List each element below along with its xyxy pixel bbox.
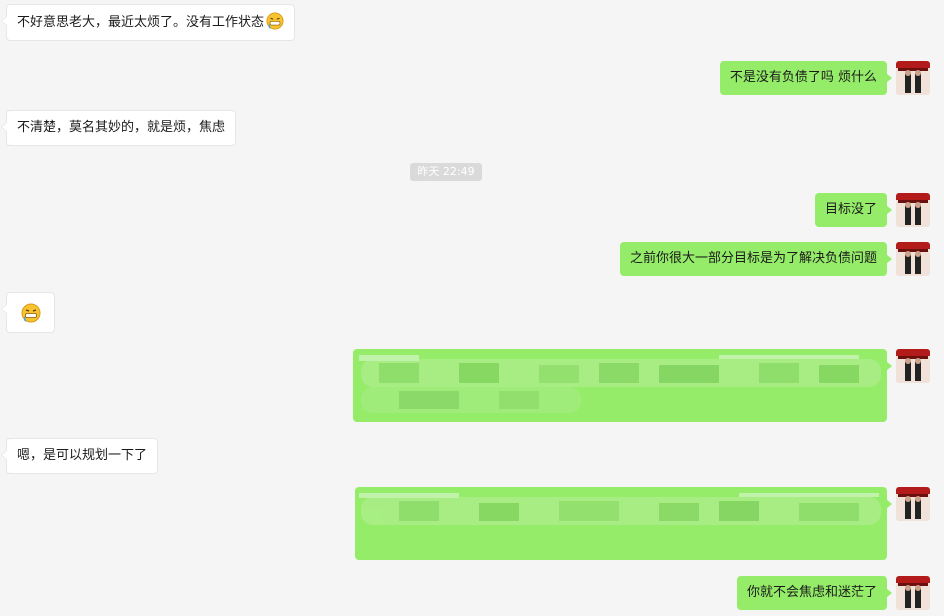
message-text: 你就不会焦虑和迷茫了 — [746, 585, 877, 600]
message-bubble-outgoing[interactable]: 之前你很大一部分目标是为了解决负债问题 — [619, 242, 893, 276]
grimace-emoji-icon — [21, 303, 41, 323]
avatar[interactable] — [896, 193, 930, 227]
message-text: 不好意思老大，最近太烦了。没有工作状态 — [17, 15, 265, 30]
message-bubble-incoming[interactable] — [1, 292, 55, 333]
redacted-content — [359, 353, 881, 417]
grimace-emoji-icon — [266, 12, 284, 30]
message-bubble-incoming[interactable]: 不清楚，莫名其妙的，就是烦，焦虑 — [0, 110, 237, 146]
message-text: 嗯，是可以规划一下了 — [17, 448, 148, 463]
message-bubble-incoming[interactable]: 不好意思老大，最近太烦了。没有工作状态 — [0, 4, 296, 41]
message-bubble-outgoing-redacted[interactable] — [355, 487, 892, 560]
message-bubble-outgoing[interactable]: 你就不会焦虑和迷茫了 — [736, 576, 893, 610]
avatar[interactable] — [896, 242, 930, 276]
message-text: 目标没了 — [824, 202, 877, 217]
avatar[interactable] — [896, 487, 930, 521]
message-text: 不是没有负债了吗 烦什么 — [729, 70, 877, 85]
avatar[interactable] — [896, 61, 930, 95]
message-text: 之前你很大一部分目标是为了解决负债问题 — [629, 251, 877, 266]
message-bubble-outgoing[interactable]: 不是没有负债了吗 烦什么 — [719, 61, 893, 95]
timestamp-label: 昨天 22:49 — [410, 163, 482, 181]
message-bubble-outgoing[interactable]: 目标没了 — [814, 193, 893, 227]
message-bubble-incoming[interactable]: 嗯，是可以规划一下了 — [0, 438, 159, 474]
message-text: 不清楚，莫名其妙的，就是烦，焦虑 — [17, 120, 226, 135]
message-bubble-outgoing-redacted[interactable] — [353, 349, 892, 422]
redacted-content — [359, 491, 881, 555]
avatar[interactable] — [896, 349, 930, 383]
avatar[interactable] — [896, 576, 930, 610]
